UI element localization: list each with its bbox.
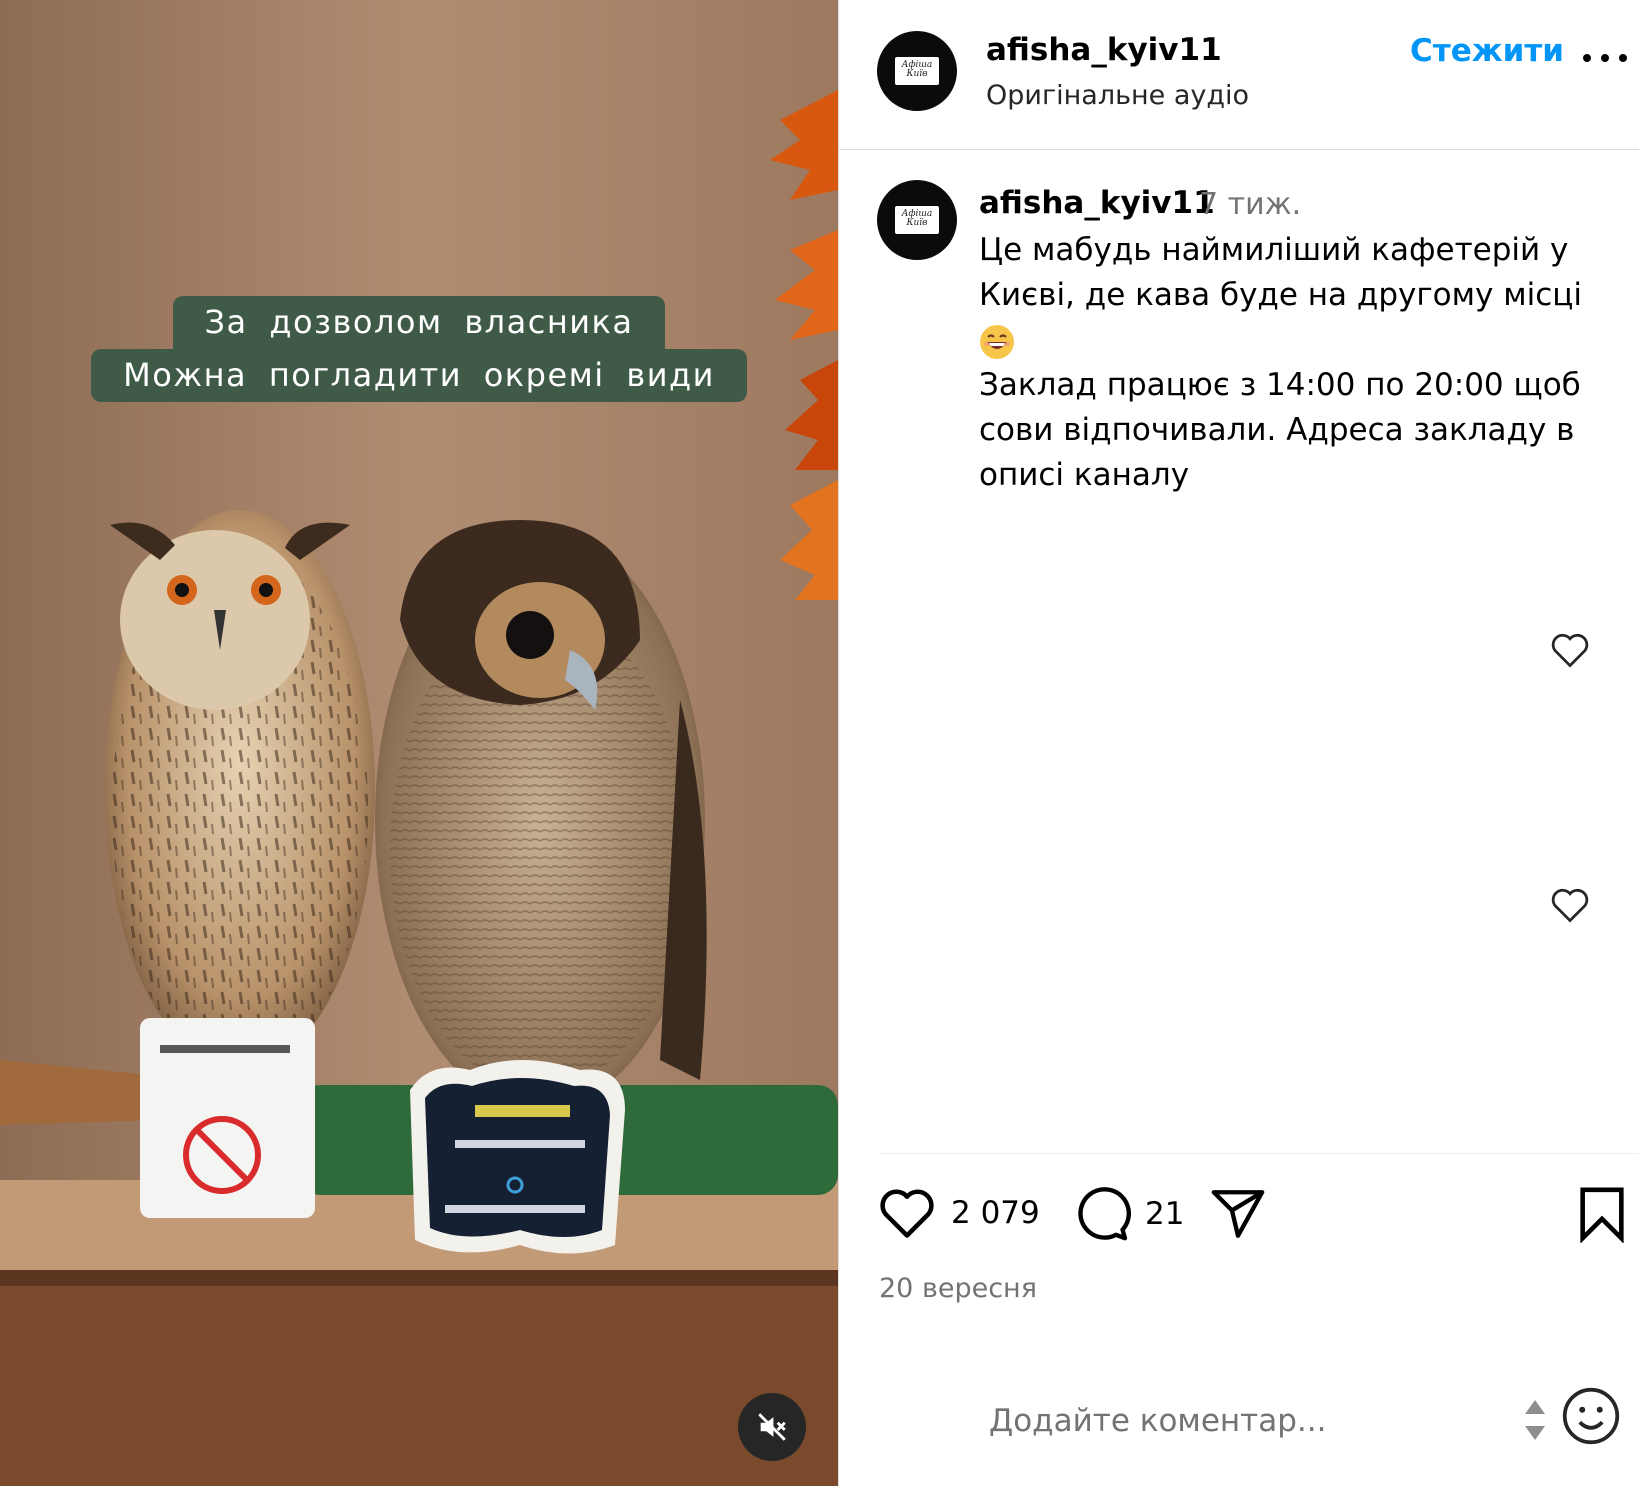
actions-divider [879, 1153, 1639, 1154]
comment-like-heart-icon[interactable] [1549, 886, 1591, 924]
comments-section: Афіша Київ afisha_kyiv11 7 тиж. Це мабуд… [839, 151, 1639, 1151]
action-bar: 2 079 21 [839, 1185, 1639, 1255]
overlay-line-2: Можна погладити окремі види [91, 349, 747, 402]
comment-input[interactable] [989, 1396, 1509, 1446]
avatar-logo: Афіша Київ [894, 205, 940, 235]
comment-icon [1078, 1187, 1131, 1241]
video-player[interactable]: За дозволом власника Можна погладити окр… [0, 0, 838, 1486]
post-viewer: За дозволом власника Можна погладити окр… [0, 0, 1639, 1486]
post-header: Афіша Київ afisha_kyiv11 Оригінальне ауд… [839, 0, 1639, 150]
avatar[interactable]: Афіша Київ [877, 31, 957, 111]
audio-label[interactable]: Оригінальне аудіо [986, 80, 1249, 111]
video-text-overlay: За дозволом власника Можна погладити окр… [0, 296, 838, 402]
emoji-picker-icon[interactable] [1561, 1386, 1621, 1446]
comment-button[interactable]: 21 [1073, 1185, 1184, 1243]
bookmark-icon [1580, 1187, 1624, 1243]
post-date[interactable]: 20 вересня [879, 1273, 1037, 1304]
like-button[interactable]: 2 079 [877, 1185, 1040, 1241]
overlay-line-1: За дозволом власника [172, 296, 666, 349]
avatar-logo: Афіша Київ [894, 56, 940, 86]
caption-timestamp[interactable]: 7 тиж. [1199, 187, 1301, 222]
share-button[interactable] [1209, 1185, 1267, 1243]
follow-button[interactable]: Стежити [1410, 33, 1564, 69]
caption-text: Це мабудь наймиліший кафетерій у Києві, … [979, 228, 1599, 498]
post-details-panel: Афіша Київ afisha_kyiv11 Оригінальне ауд… [838, 0, 1639, 1486]
more-options-icon[interactable] [1583, 48, 1627, 68]
comment-count[interactable]: 21 [1145, 1196, 1184, 1232]
like-count[interactable]: 2 079 [951, 1195, 1040, 1231]
comment-like-heart-icon[interactable] [1549, 631, 1591, 669]
add-comment-bar [839, 1384, 1639, 1474]
sort-arrows-icon[interactable] [1523, 1398, 1547, 1442]
mute-button[interactable] [738, 1393, 806, 1461]
save-button[interactable] [1577, 1185, 1627, 1243]
share-icon [1211, 1190, 1265, 1238]
caption-line-2: Заклад працює з 14:00 по 20:00 щоб сови … [979, 367, 1581, 493]
speaker-muted-icon [758, 1413, 786, 1441]
smiling-face-with-open-mouth-icon [980, 324, 1014, 359]
caption-username[interactable]: afisha_kyiv11 [979, 185, 1215, 221]
caption-line-1: Це мабудь наймиліший кафетерій у Києві, … [979, 232, 1582, 313]
caption-avatar[interactable]: Афіша Київ [877, 180, 957, 260]
video-frame-owls [0, 0, 838, 1486]
header-username[interactable]: afisha_kyiv11 [986, 32, 1222, 68]
heart-icon [880, 1189, 934, 1238]
